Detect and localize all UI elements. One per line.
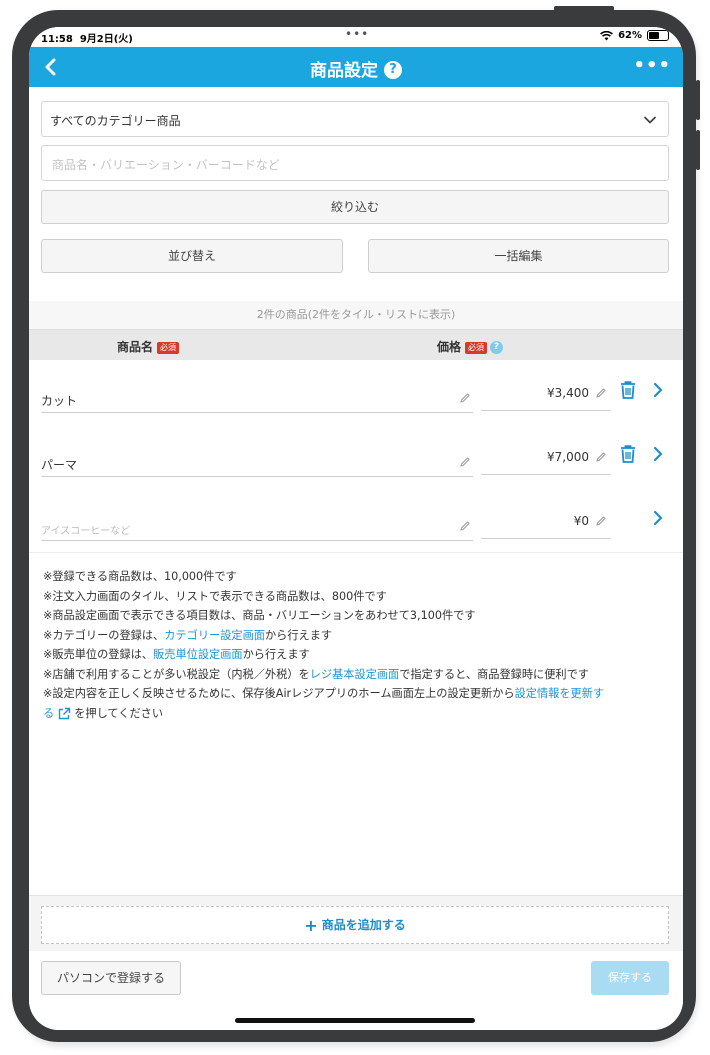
table-row: アイスコーヒーなど ¥0 <box>29 488 683 553</box>
chevron-right-icon[interactable] <box>651 382 665 398</box>
table-row: パーマ ¥7,000 <box>29 424 683 489</box>
pencil-icon <box>596 516 606 526</box>
multitask-dots[interactable]: ••• <box>345 27 369 41</box>
trash-icon[interactable] <box>619 444 637 464</box>
header-product-name: 商品名 必須 <box>117 338 180 355</box>
product-name-field[interactable]: アイスコーヒーなど <box>41 518 473 541</box>
help-icon[interactable]: ? <box>490 341 504 354</box>
pencil-icon <box>596 452 606 462</box>
page-title: 商品設定? <box>29 56 683 81</box>
notes: ※登録できる商品数は、10,000件です ※注文入力画面のタイル、リストで表示で… <box>43 567 673 723</box>
register-basic-settings-link[interactable]: レジ基本設定画面 <box>310 668 400 681</box>
wifi-icon <box>600 30 614 40</box>
footer: パソコンで登録する 保存する <box>29 951 683 1030</box>
search-input[interactable]: 商品名・バリエーション・バーコードなど <box>41 145 669 181</box>
filter-button[interactable]: 絞り込む <box>41 190 669 224</box>
battery-percent: 62% <box>618 30 642 41</box>
register-on-pc-button[interactable]: パソコンで登録する <box>41 961 181 995</box>
pencil-icon <box>460 521 470 531</box>
price-field[interactable]: ¥7,000 <box>481 440 611 475</box>
trash-icon[interactable] <box>619 380 637 400</box>
update-settings-link[interactable]: 設定情報を更新す <box>515 687 605 700</box>
volume-down-button <box>696 130 700 170</box>
required-badge: 必須 <box>465 341 488 354</box>
pencil-icon <box>460 457 470 467</box>
note-line: ※設定内容を正しく反映させるために、保存後Airレジアプリのホーム画面左上の設定… <box>43 687 605 700</box>
save-button[interactable]: 保存する <box>591 961 669 995</box>
header-price: 価格 必須? <box>437 338 504 355</box>
bulk-edit-button[interactable]: 一括編集 <box>368 239 669 273</box>
required-badge: 必須 <box>157 341 180 354</box>
note-line: ※登録できる商品数は、10,000件です <box>43 570 237 583</box>
update-settings-link-cont[interactable]: る <box>43 707 54 720</box>
note-line: ※店舗で利用することが多い税設定（内税／外税）をレジ基本設定画面で指定すると、商… <box>43 667 589 681</box>
price-field[interactable]: ¥3,400 <box>481 376 611 411</box>
status-bar: 11:58 9月2日(火) ••• 62% <box>29 27 683 47</box>
home-indicator <box>235 1018 475 1023</box>
pencil-icon <box>596 388 606 398</box>
price-field[interactable]: ¥0 <box>481 504 611 539</box>
note-line: ※カテゴリーの登録は、カテゴリー設定画面から行えます <box>43 628 333 642</box>
note-line: ※商品設定画面で表示できる項目数は、商品・バリエーションをあわせて3,100件で… <box>43 609 476 622</box>
chevron-right-icon[interactable] <box>651 446 665 462</box>
note-line: ※注文入力画面のタイル、リストで表示できる商品数は、800件です <box>43 589 387 603</box>
table-header: 商品名 必須 価格 必須? <box>29 329 683 361</box>
battery-icon <box>647 30 669 41</box>
external-link-icon[interactable] <box>57 707 71 721</box>
status-right: 62% <box>600 30 669 41</box>
more-menu-icon[interactable]: ••• <box>633 55 671 76</box>
sales-unit-settings-link[interactable]: 販売単位設定画面 <box>153 648 243 661</box>
table-row: カット ¥3,400 <box>29 360 683 425</box>
product-name-field[interactable]: カット <box>41 390 473 413</box>
volume-up-button <box>696 80 700 120</box>
search-placeholder: 商品名・バリエーション・バーコードなど <box>52 158 280 172</box>
note-line: るを押してください <box>43 706 164 721</box>
category-select-value: すべてのカテゴリー商品 <box>50 114 181 128</box>
screen: 11:58 9月2日(火) ••• 62% 商品設定? ••• すべてのカテゴリ… <box>29 27 683 1030</box>
top-button <box>554 6 614 11</box>
note-line: ※販売単位の登録は、販売単位設定画面から行えます <box>43 648 310 661</box>
nav-bar: 商品設定? ••• <box>29 47 683 87</box>
category-settings-link[interactable]: カテゴリー設定画面 <box>164 629 265 642</box>
add-product-button[interactable]: + 商品を追加する <box>41 906 669 944</box>
add-product-area: + 商品を追加する <box>29 895 683 952</box>
pencil-icon <box>460 393 470 403</box>
chevron-down-icon <box>644 116 656 124</box>
help-icon[interactable]: ? <box>384 60 402 79</box>
category-select[interactable]: すべてのカテゴリー商品 <box>41 101 669 137</box>
sort-button[interactable]: 並び替え <box>41 239 343 273</box>
chevron-right-icon[interactable] <box>651 510 665 526</box>
product-count-text: 2件の商品(2件をタイル・リストに表示) <box>29 301 683 329</box>
product-name-field[interactable]: パーマ <box>41 454 473 477</box>
status-time: 11:58 9月2日(火) <box>41 34 133 45</box>
plus-icon: + <box>304 915 318 935</box>
